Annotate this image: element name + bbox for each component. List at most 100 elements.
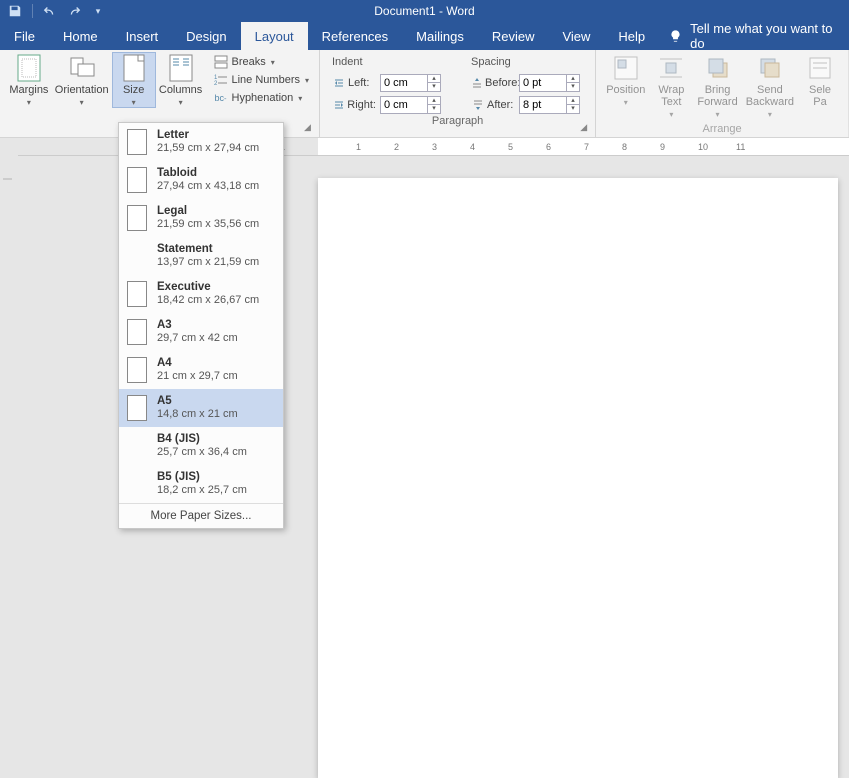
send-backward-icon xyxy=(756,54,784,82)
size-option-name: B5 (JIS) xyxy=(157,471,247,484)
tab-view[interactable]: View xyxy=(548,22,604,50)
size-option-dimensions: 27,94 cm x 43,18 cm xyxy=(157,180,259,193)
page-setup-launcher-icon[interactable]: ◢ xyxy=(304,122,316,134)
chevron-down-icon: ▾ xyxy=(768,110,772,119)
undo-icon[interactable] xyxy=(41,2,59,20)
group-paragraph: Indent Left: ▴▾ Right: xyxy=(320,50,596,137)
redo-icon[interactable] xyxy=(65,2,83,20)
page-icon xyxy=(127,129,147,155)
page-size-icon xyxy=(120,54,148,82)
size-option-a4[interactable]: A421 cm x 29,7 cm xyxy=(119,351,283,389)
title-bar: ▾ Document1 - Word xyxy=(0,0,849,22)
indent-label: Indent xyxy=(332,56,441,68)
spin-up-icon[interactable]: ▴ xyxy=(428,75,440,83)
size-option-name: A4 xyxy=(157,357,238,370)
tab-home[interactable]: Home xyxy=(49,22,112,50)
indent-right-icon xyxy=(332,98,345,112)
indent-right-input[interactable]: ▴▾ xyxy=(380,96,441,114)
page-icon xyxy=(127,205,147,231)
paragraph-launcher-icon[interactable]: ◢ xyxy=(580,122,592,134)
bring-forward-icon xyxy=(704,54,732,82)
spin-up-icon[interactable]: ▴ xyxy=(567,97,579,105)
ruler-tick: 10 xyxy=(698,142,708,152)
spin-down-icon[interactable]: ▾ xyxy=(428,83,440,91)
spin-down-icon[interactable]: ▾ xyxy=(428,105,440,113)
size-option-tabloid[interactable]: Tabloid27,94 cm x 43,18 cm xyxy=(119,161,283,199)
tell-me-label: Tell me what you want to do xyxy=(690,21,839,51)
spacing-after-input[interactable]: ▴▾ xyxy=(519,96,580,114)
tab-file[interactable]: File xyxy=(0,22,49,50)
size-button[interactable]: Size ▾ xyxy=(112,52,156,108)
line-numbers-icon: 12 xyxy=(214,73,228,87)
orientation-button[interactable]: Orientation ▾ xyxy=(52,52,112,107)
line-numbers-button[interactable]: 12 Line Numbers▾ xyxy=(210,72,314,88)
size-option-b4-jis-[interactable]: B4 (JIS)25,7 cm x 36,4 cm xyxy=(119,427,283,465)
wrap-text-button[interactable]: Wrap Text ▾ xyxy=(649,52,693,119)
tab-mailings[interactable]: Mailings xyxy=(402,22,478,50)
margins-icon xyxy=(15,54,43,82)
breaks-icon xyxy=(214,55,228,69)
bring-forward-button[interactable]: Bring Forward ▾ xyxy=(693,52,741,119)
size-option-dimensions: 18,2 cm x 25,7 cm xyxy=(157,484,247,497)
spacing-after-icon xyxy=(471,98,485,112)
spacing-label: Spacing xyxy=(471,56,580,68)
customize-qat-icon[interactable]: ▾ xyxy=(89,2,107,20)
chevron-down-icon: ▾ xyxy=(179,98,183,107)
more-paper-sizes-item[interactable]: More Paper Sizes... xyxy=(119,503,283,528)
columns-icon xyxy=(167,54,195,82)
columns-button[interactable]: Columns ▾ xyxy=(156,52,206,107)
document-page[interactable] xyxy=(318,178,838,778)
size-option-name: Legal xyxy=(157,205,259,218)
chevron-down-icon: ▾ xyxy=(80,98,84,107)
size-option-dimensions: 18,42 cm x 26,67 cm xyxy=(157,294,259,307)
size-option-letter[interactable]: Letter21,59 cm x 27,94 cm xyxy=(119,123,283,161)
indent-left-icon xyxy=(332,76,346,90)
chevron-down-icon: ▾ xyxy=(716,110,720,119)
spacing-before-input[interactable]: ▴▾ xyxy=(519,74,580,92)
page-icon xyxy=(127,319,147,345)
size-option-name: A3 xyxy=(157,319,238,332)
size-option-dimensions: 29,7 cm x 42 cm xyxy=(157,332,238,345)
send-backward-button[interactable]: Send Backward ▾ xyxy=(742,52,798,119)
spin-up-icon[interactable]: ▴ xyxy=(428,97,440,105)
breaks-button[interactable]: Breaks▾ xyxy=(210,54,314,70)
tab-insert[interactable]: Insert xyxy=(112,22,173,50)
size-dropdown-menu: Letter21,59 cm x 27,94 cmTabloid27,94 cm… xyxy=(118,122,284,529)
tab-references[interactable]: References xyxy=(308,22,402,50)
svg-text:2: 2 xyxy=(214,81,218,87)
tab-help[interactable]: Help xyxy=(604,22,659,50)
spacing-before-icon xyxy=(471,76,483,90)
save-icon[interactable] xyxy=(6,2,24,20)
position-button[interactable]: Position ▾ xyxy=(602,52,649,107)
selection-pane-button[interactable]: Sele Pa xyxy=(798,52,842,108)
ruler-tick: 7 xyxy=(584,142,589,152)
size-option-dimensions: 21,59 cm x 35,56 cm xyxy=(157,218,259,231)
page-icon xyxy=(127,395,147,421)
ruler-tick: 6 xyxy=(546,142,551,152)
size-option-statement[interactable]: Statement13,97 cm x 21,59 cm xyxy=(119,237,283,275)
chevron-down-icon: ▾ xyxy=(132,98,136,107)
spin-down-icon[interactable]: ▾ xyxy=(567,105,579,113)
tab-layout[interactable]: Layout xyxy=(241,22,308,50)
ruler-tick: 2 xyxy=(394,142,399,152)
hyphenation-button[interactable]: bc- Hyphenation▾ xyxy=(210,90,314,106)
size-option-dimensions: 21,59 cm x 27,94 cm xyxy=(157,142,259,155)
size-option-a5[interactable]: A514,8 cm x 21 cm xyxy=(119,389,283,427)
tell-me-search[interactable]: Tell me what you want to do xyxy=(659,22,849,50)
spin-down-icon[interactable]: ▾ xyxy=(567,83,579,91)
tab-design[interactable]: Design xyxy=(172,22,240,50)
ruler-tick: 9 xyxy=(660,142,665,152)
size-option-executive[interactable]: Executive18,42 cm x 26,67 cm xyxy=(119,275,283,313)
tab-review[interactable]: Review xyxy=(478,22,549,50)
spin-up-icon[interactable]: ▴ xyxy=(567,75,579,83)
size-option-a3[interactable]: A329,7 cm x 42 cm xyxy=(119,313,283,351)
page-icon xyxy=(127,281,147,307)
size-option-legal[interactable]: Legal21,59 cm x 35,56 cm xyxy=(119,199,283,237)
size-option-name: Statement xyxy=(157,243,259,256)
margins-button[interactable]: Margins ▾ xyxy=(6,52,52,107)
indent-left-input[interactable]: ▴▾ xyxy=(380,74,441,92)
orientation-icon xyxy=(68,54,96,82)
separator xyxy=(32,4,33,18)
size-option-b5-jis-[interactable]: B5 (JIS)18,2 cm x 25,7 cm xyxy=(119,465,283,503)
wrap-text-icon xyxy=(657,54,685,82)
